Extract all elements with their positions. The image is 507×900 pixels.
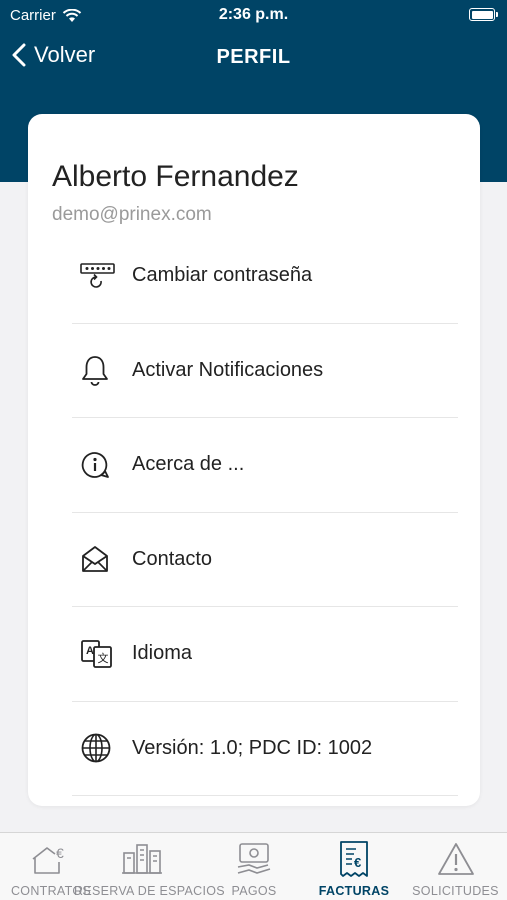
globe-icon [72,732,122,764]
menu-item-label: Cambiar contraseña [132,264,313,287]
password-icon [72,261,122,291]
svg-text:€: € [56,845,64,861]
menu-item-contact[interactable]: Contacto [72,513,458,607]
profile-card: Alberto Fernandez demo@prinex.com Cambia… [28,114,480,806]
tab-facturas[interactable]: € FACTURAS [306,839,402,899]
menu-item-label: Activar Notificaciones [132,358,324,381]
tab-bar: € CONTRATOS RESERVA DE ESPACIOS PAGOS € … [0,832,507,900]
tab-label: RESERVA DE ESPACIOS [74,884,225,898]
menu-item-about[interactable]: Acerca de ... [72,418,458,513]
menu-item-change-password[interactable]: Cambiar contraseña [72,229,458,324]
tab-pagos[interactable]: PAGOS [214,839,294,899]
menu-item-language[interactable]: A 文 Idioma [72,607,458,702]
user-name: Alberto Fernandez [52,160,299,193]
tab-solicitudes[interactable]: SOLICITUDES [404,839,507,899]
version-info: Versión: 1.0; PDC ID: 1002 [132,736,373,759]
user-email: demo@prinex.com [52,204,212,225]
menu-item-label: Idioma [132,642,193,665]
nav-bar: Volver PERFIL [0,36,507,80]
menu-item-label: Acerca de ... [132,453,245,476]
profile-menu: Cambiar contraseña Activar Notificacione… [72,229,458,796]
menu-item-notifications[interactable]: Activar Notificaciones [72,324,458,418]
warning-icon [404,839,507,879]
envelope-icon [72,544,122,574]
tab-label: SOLICITUDES [412,884,499,898]
invoice-icon: € [306,839,402,879]
building-icon [74,839,210,879]
svg-text:A: A [86,645,94,657]
menu-item-label: Contacto [132,547,213,570]
menu-item-version: Versión: 1.0; PDC ID: 1002 [72,702,458,796]
tab-reserva-espacios[interactable]: RESERVA DE ESPACIOS [74,839,225,899]
bell-icon [72,354,122,387]
payment-icon [214,839,294,879]
tab-label: FACTURAS [318,884,390,898]
info-icon [72,450,122,480]
svg-text:€: € [354,855,361,870]
language-icon: A 文 [72,639,122,669]
svg-text:文: 文 [98,651,109,665]
tab-label: PAGOS [231,884,277,898]
status-bar: Carrier 2:36 p.m. [0,0,507,32]
battery-icon [469,8,498,21]
page-title: PERFIL [216,46,291,68]
status-time: 2:36 p.m. [218,6,289,23]
